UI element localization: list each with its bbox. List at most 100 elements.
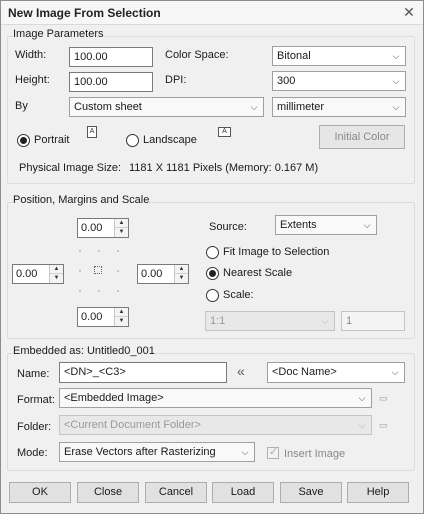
mode-value: Erase Vectors after Rasterizing	[64, 446, 216, 458]
scale-ratio-select[interactable]: 1:1 ⌵	[205, 311, 335, 331]
by-select[interactable]: Custom sheet ⌵	[69, 97, 264, 117]
name-label: Name:	[17, 368, 50, 380]
portrait-label[interactable]: Portrait	[34, 134, 69, 146]
grid-dot	[117, 270, 119, 272]
bottom-margin-value: 0.00	[81, 311, 103, 323]
landscape-page-icon: A	[218, 127, 231, 137]
grid-dot	[79, 290, 81, 292]
folder-value: <Current Document Folder>	[64, 419, 201, 431]
grid-dot	[117, 290, 119, 292]
load-button[interactable]: Load	[212, 482, 274, 503]
center-anchor-icon[interactable]	[94, 266, 102, 274]
scale-ratio-value: 1:1	[210, 315, 226, 327]
image-parameters-title: Image Parameters	[13, 28, 104, 40]
physical-size-value: 1181 X 1181 Pixels (Memory: 0.167 M)	[129, 162, 319, 174]
save-button[interactable]: Save	[280, 482, 342, 503]
unit-select[interactable]: millimeter ⌵	[272, 97, 406, 117]
left-margin-value: 0.00	[16, 268, 38, 280]
physical-size-label: Physical Image Size:	[19, 162, 122, 174]
grid-dot	[98, 290, 100, 292]
dialog-title: New Image From Selection	[8, 6, 161, 20]
folder-browse-icon[interactable]: ▭	[379, 421, 389, 430]
grid-dot	[79, 250, 81, 252]
unit-value: millimeter	[277, 101, 325, 113]
portrait-page-icon: A	[87, 126, 97, 138]
title-bar: New Image From Selection ✕	[1, 1, 423, 25]
insert-field-icon[interactable]: «	[237, 363, 245, 379]
name-input[interactable]: <DN>_<C3>	[59, 362, 227, 383]
color-space-label: Color Space:	[165, 49, 229, 61]
chevron-down-icon: ⌵	[250, 102, 258, 112]
ok-button[interactable]: OK	[9, 482, 71, 503]
embedded-group-title: Embedded as: Untitled0_001	[13, 345, 155, 357]
chevron-down-icon: ⌵	[392, 76, 400, 86]
top-margin-spinner[interactable]: 0.00 ▲ ▼	[77, 218, 129, 238]
color-space-select[interactable]: Bitonal ⌵	[272, 46, 406, 66]
grid-dot	[79, 270, 81, 272]
fit-to-selection-radio[interactable]	[206, 246, 219, 259]
help-button[interactable]: Help	[347, 482, 409, 503]
folder-label: Folder:	[17, 421, 52, 433]
format-options-icon[interactable]: ▭	[379, 394, 389, 403]
mode-select[interactable]: Erase Vectors after Rasterizing ⌵	[59, 442, 255, 462]
landscape-label[interactable]: Landscape	[143, 134, 197, 146]
grid-dot	[117, 250, 119, 252]
spin-down-icon[interactable]: ▼	[115, 317, 128, 326]
chevron-down-icon: ⌵	[358, 393, 366, 403]
mode-label: Mode:	[17, 447, 48, 459]
spin-down-icon[interactable]: ▼	[175, 274, 188, 283]
chevron-down-icon: ⌵	[321, 316, 329, 326]
dpi-value: 300	[277, 75, 296, 87]
initial-color-button[interactable]: Initial Color	[319, 125, 405, 149]
spin-down-icon[interactable]: ▼	[115, 228, 128, 237]
landscape-radio[interactable]	[126, 134, 139, 147]
nearest-scale-radio[interactable]	[206, 267, 219, 280]
source-label: Source:	[209, 221, 247, 233]
dpi-select[interactable]: 300 ⌵	[272, 71, 406, 91]
format-value: <Embedded Image>	[64, 392, 164, 404]
chevron-down-icon: ⌵	[358, 420, 366, 430]
close-button[interactable]: Close	[77, 482, 139, 503]
chevron-down-icon: ⌵	[241, 447, 249, 457]
insert-image-label[interactable]: Insert Image	[284, 448, 345, 460]
position-group-title: Position, Margins and Scale	[13, 194, 150, 206]
folder-select[interactable]: <Current Document Folder> ⌵	[59, 415, 372, 435]
scale-number-input[interactable]: 1	[341, 311, 405, 331]
portrait-radio[interactable]	[17, 134, 30, 147]
chevron-down-icon: ⌵	[392, 51, 400, 61]
spin-up-icon[interactable]: ▲	[50, 265, 63, 274]
dpi-label: DPI:	[165, 74, 187, 86]
scale-radio[interactable]	[206, 289, 219, 302]
color-space-value: Bitonal	[277, 50, 311, 62]
insert-image-checkbox[interactable]	[267, 445, 279, 459]
spin-up-icon[interactable]: ▲	[175, 265, 188, 274]
right-margin-value: 0.00	[141, 268, 163, 280]
by-value: Custom sheet	[74, 101, 142, 113]
chevron-down-icon: ⌵	[363, 220, 371, 230]
width-label: Width:	[15, 49, 47, 61]
spin-down-icon[interactable]: ▼	[50, 274, 63, 283]
height-input[interactable]: 100.00	[69, 72, 153, 92]
nearest-scale-label[interactable]: Nearest Scale	[223, 267, 292, 279]
spin-up-icon[interactable]: ▲	[115, 219, 128, 228]
new-image-dialog: New Image From Selection ✕ Image Paramet…	[0, 0, 424, 514]
cancel-button[interactable]: Cancel	[145, 482, 207, 503]
close-icon[interactable]: ✕	[401, 4, 417, 20]
width-input[interactable]: 100.00	[69, 47, 153, 67]
source-select[interactable]: Extents ⌵	[275, 215, 377, 235]
doc-name-select[interactable]: <Doc Name> ⌵	[267, 362, 405, 383]
format-select[interactable]: <Embedded Image> ⌵	[59, 388, 372, 408]
source-value: Extents	[280, 219, 317, 231]
fit-to-selection-label[interactable]: Fit Image to Selection	[223, 246, 329, 258]
scale-label[interactable]: Scale:	[223, 289, 254, 301]
bottom-margin-spinner[interactable]: 0.00 ▲ ▼	[77, 307, 129, 327]
top-margin-value: 0.00	[81, 222, 103, 234]
chevron-down-icon: ⌵	[392, 102, 400, 112]
chevron-down-icon: ⌵	[391, 367, 399, 377]
right-margin-spinner[interactable]: 0.00 ▲ ▼	[137, 264, 189, 284]
spin-up-icon[interactable]: ▲	[115, 308, 128, 317]
left-margin-spinner[interactable]: 0.00 ▲ ▼	[12, 264, 64, 284]
height-label: Height:	[15, 74, 50, 86]
format-label: Format:	[17, 394, 55, 406]
grid-dot	[98, 250, 100, 252]
